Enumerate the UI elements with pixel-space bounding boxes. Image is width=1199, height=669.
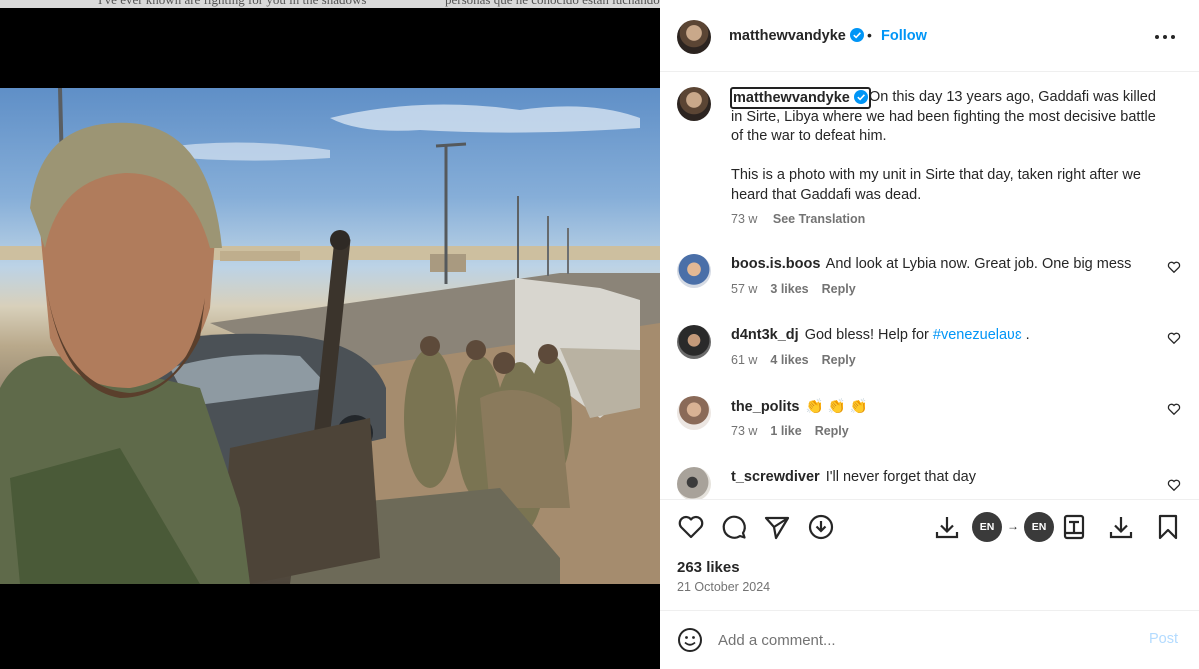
- comment-username[interactable]: t_screwdiver: [731, 469, 820, 485]
- caption-username[interactable]: matthewvandyke: [730, 87, 871, 109]
- likes-count[interactable]: 263 likes: [677, 559, 740, 576]
- background-page-strip: I've ever known are fighting for you in …: [0, 0, 660, 8]
- emoji-icon[interactable]: [677, 627, 703, 653]
- comment-likes[interactable]: 3 likes: [770, 282, 808, 296]
- header-separator: •: [867, 27, 872, 43]
- verified-icon: [849, 28, 864, 42]
- comment-item: boos.is.boos And look at Lybia now. Grea…: [660, 254, 1199, 314]
- comment-text: 👏 👏 👏: [805, 399, 868, 415]
- translate-to-badge[interactable]: EN: [1024, 512, 1054, 542]
- comment-age: 61 w: [731, 353, 758, 367]
- see-translation-link[interactable]: See Translation: [773, 212, 865, 226]
- comment-item: t_screwdiver I'll never forget that day: [660, 467, 1199, 499]
- like-comment-icon[interactable]: [1167, 260, 1181, 274]
- comment-avatar[interactable]: [677, 396, 711, 430]
- background-text-right: personas que he conocido están luchando …: [445, 0, 660, 8]
- comment-text-line: t_screwdiver I'll never forget that day: [731, 469, 976, 485]
- comment-username[interactable]: the_polits: [731, 399, 799, 415]
- post-action-bar: EN → EN: [660, 499, 1199, 555]
- comment-meta: 73 w 1 like Reply: [731, 424, 862, 438]
- comment-text: God bless! Help for: [804, 327, 933, 343]
- translate-icon[interactable]: [1060, 513, 1088, 541]
- comment-item: d4nt3k_dj God bless! Help for #venezuela…: [660, 325, 1199, 385]
- comment-age: 57 w: [731, 282, 758, 296]
- caption-username-text[interactable]: matthewvandyke: [733, 90, 850, 106]
- like-comment-icon[interactable]: [1167, 478, 1181, 492]
- comment-avatar[interactable]: [677, 254, 711, 288]
- bookmark-icon[interactable]: [1154, 513, 1182, 541]
- comment-text-line: the_polits 👏 👏 👏: [731, 398, 868, 415]
- comment-hashtag[interactable]: #venezuelaʋɛ: [933, 327, 1022, 343]
- comment-item: the_polits 👏 👏 👏 73 w 1 like Reply: [660, 396, 1199, 456]
- comment-age: 73 w: [731, 424, 758, 438]
- photo-illustration: [0, 88, 660, 584]
- download-icon[interactable]: [933, 513, 961, 541]
- post-media[interactable]: I've ever known are fighting for you in …: [0, 0, 660, 669]
- caption-avatar[interactable]: [677, 87, 711, 121]
- comment-likes[interactable]: 1 like: [770, 424, 801, 438]
- comment-icon[interactable]: [720, 513, 748, 541]
- reply-button[interactable]: Reply: [822, 353, 856, 367]
- caption-meta: 73 w See Translation: [731, 212, 865, 226]
- follow-button[interactable]: Follow: [881, 28, 927, 44]
- download-circle-icon[interactable]: [807, 513, 835, 541]
- post-header: matthewvandyke • Follow: [660, 0, 1199, 72]
- caption-text-second-paragraph: This is a photo with my unit in Sirte th…: [731, 167, 1141, 203]
- comment-username[interactable]: boos.is.boos: [731, 256, 820, 272]
- comment-text: And look at Lybia now. Great job. One bi…: [825, 256, 1132, 272]
- comment-text-line: boos.is.boos And look at Lybia now. Grea…: [731, 256, 1131, 272]
- author-username[interactable]: matthewvandyke: [729, 28, 864, 44]
- like-comment-icon[interactable]: [1167, 402, 1181, 416]
- comment-meta: 57 w 3 likes Reply: [731, 282, 869, 296]
- caption-age: 73 w: [731, 212, 758, 226]
- post-photo: [0, 88, 660, 584]
- background-text-left: I've ever known are fighting for you in …: [98, 0, 366, 8]
- add-comment-input[interactable]: [718, 628, 1118, 652]
- comments-list[interactable]: On this day 13 years ago, Gaddafi was ki…: [660, 73, 1199, 499]
- reply-button[interactable]: Reply: [815, 424, 849, 438]
- author-username-text[interactable]: matthewvandyke: [729, 28, 846, 44]
- like-comment-icon[interactable]: [1167, 331, 1181, 345]
- comment-text-line: d4nt3k_dj God bless! Help for #venezuela…: [731, 327, 1030, 343]
- add-comment-bar: Post: [660, 610, 1199, 669]
- comment-avatar[interactable]: [677, 467, 711, 499]
- comment-avatar[interactable]: [677, 325, 711, 359]
- post-comment-button[interactable]: Post: [1149, 631, 1178, 647]
- download-icon[interactable]: [1107, 513, 1135, 541]
- comment-likes[interactable]: 4 likes: [770, 353, 808, 367]
- comment-username[interactable]: d4nt3k_dj: [731, 327, 799, 343]
- comment-text-end: .: [1021, 327, 1030, 343]
- post-date: 21 October 2024: [677, 580, 771, 594]
- author-avatar[interactable]: [677, 20, 711, 54]
- heart-icon[interactable]: [677, 513, 705, 541]
- verified-icon: [853, 90, 868, 104]
- share-icon[interactable]: [763, 513, 791, 541]
- reply-button[interactable]: Reply: [822, 282, 856, 296]
- comment-text: I'll never forget that day: [825, 469, 976, 485]
- post-details-panel: matthewvandyke • Follow On this day 13 y…: [660, 0, 1199, 669]
- comment-meta: 61 w 4 likes Reply: [731, 353, 869, 367]
- more-icon[interactable]: [1150, 22, 1180, 52]
- translate-from-badge[interactable]: EN: [972, 512, 1002, 542]
- translate-arrow-icon: →: [1007, 519, 1019, 533]
